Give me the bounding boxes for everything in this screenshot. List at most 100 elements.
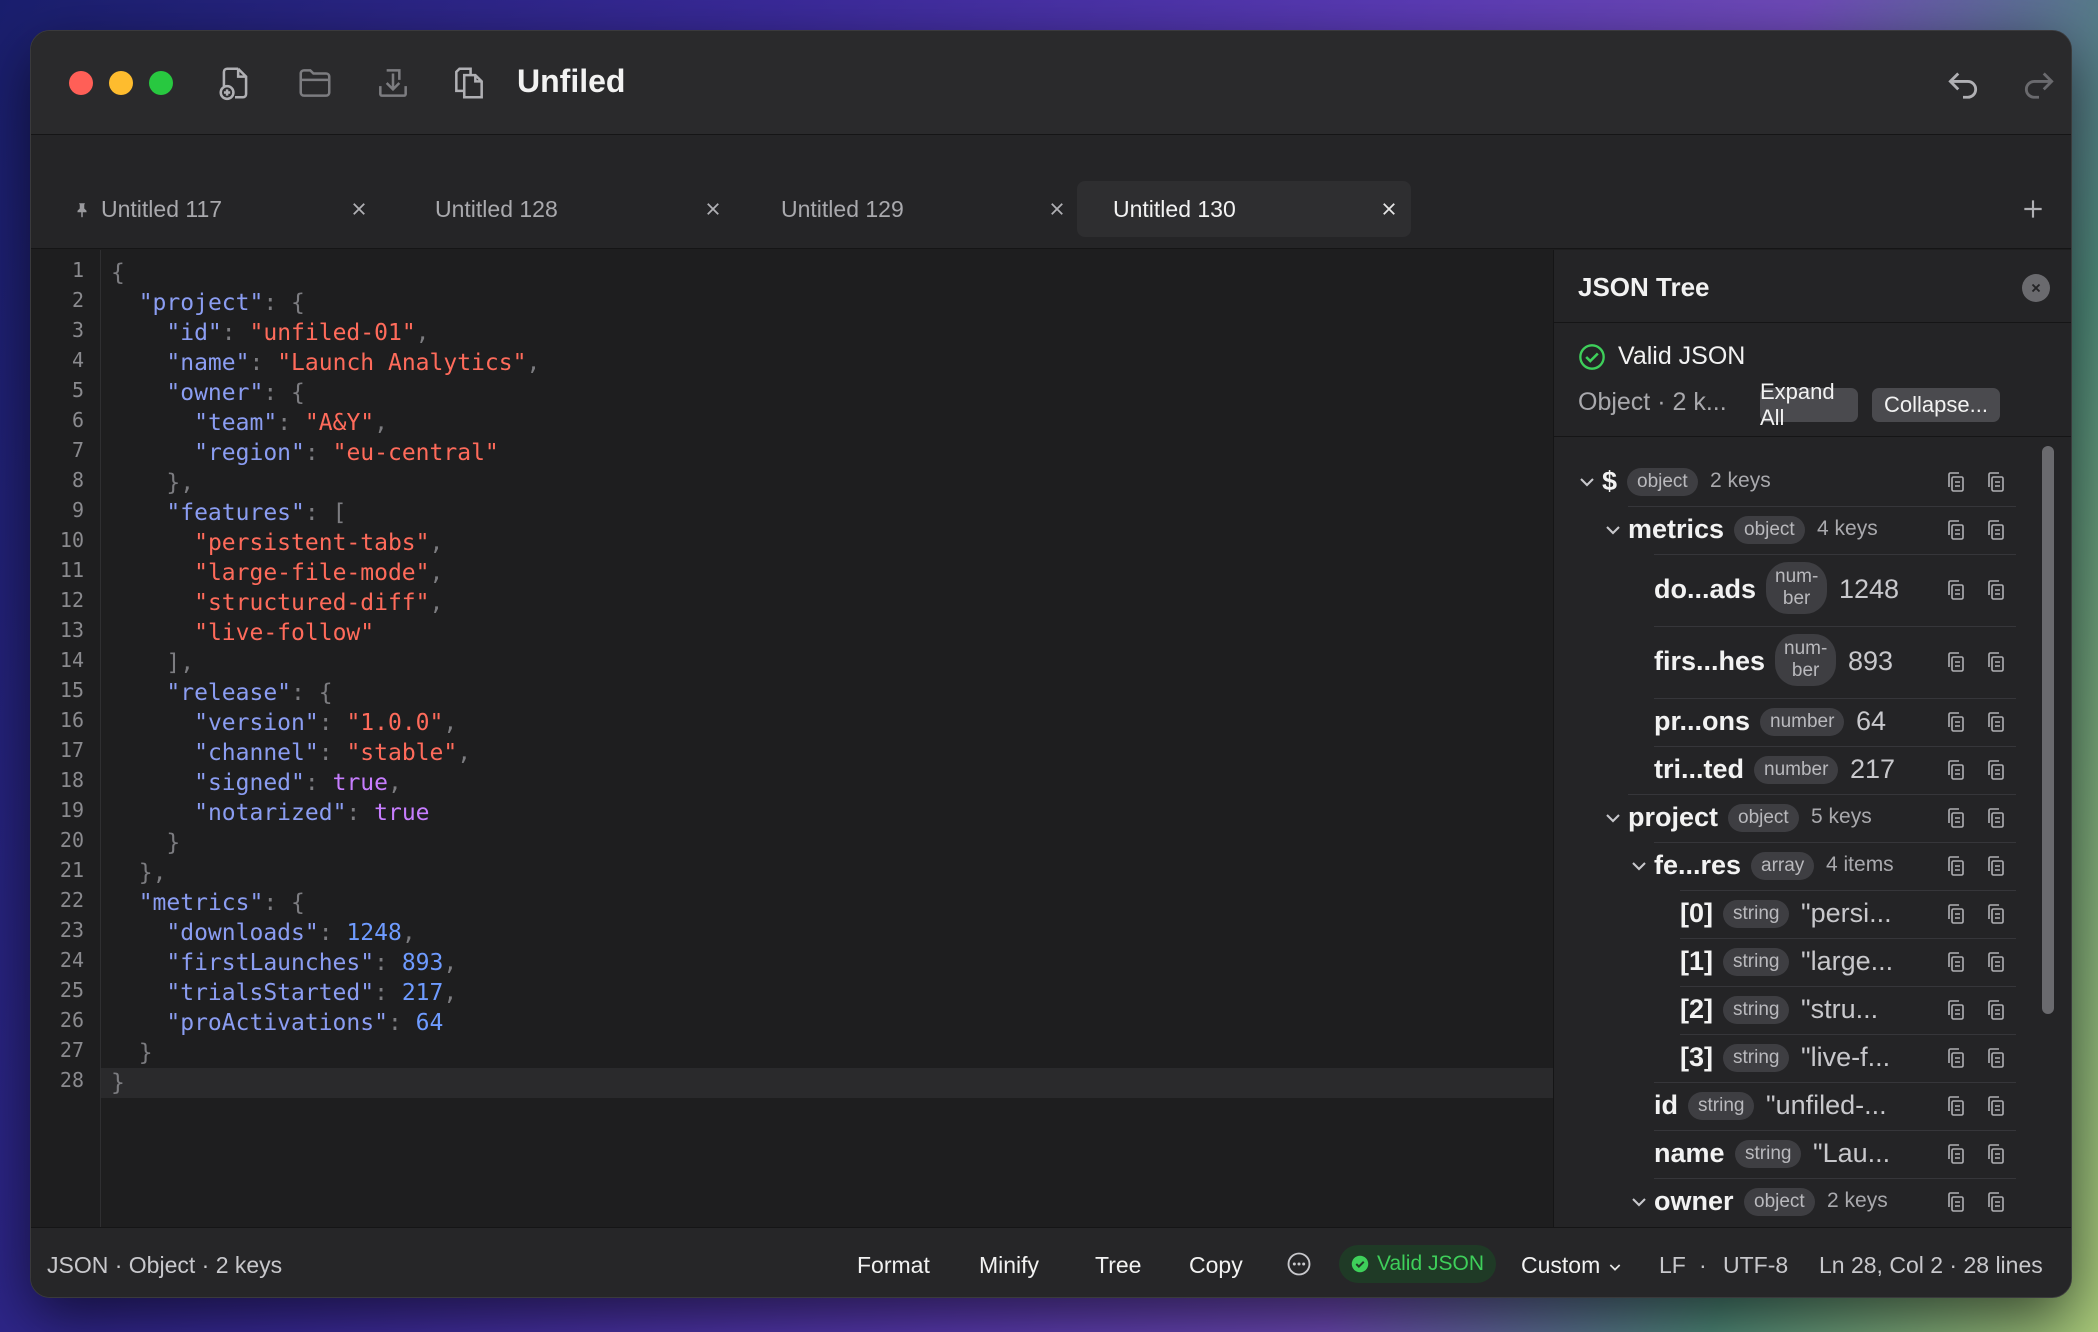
line-number: 15	[59, 678, 84, 702]
tree-row[interactable]: owner object 2 keys	[1554, 1178, 2054, 1226]
copy-value-icon[interactable]	[1984, 1092, 2008, 1120]
tree-row[interactable]: pr...ons number 64	[1554, 698, 2054, 746]
chevron-down-icon[interactable]	[1630, 857, 1648, 875]
copy-path-icon[interactable]	[1944, 708, 1968, 736]
expand-all-button[interactable]: Expand All	[1760, 379, 1858, 430]
indent-value: Custom	[1521, 1252, 1601, 1278]
line-ending[interactable]: LF	[1659, 1252, 1686, 1279]
tree-row[interactable]: [0] string "persi...	[1554, 890, 2054, 938]
redo-icon[interactable]	[2017, 61, 2061, 105]
duplicate-icon[interactable]	[447, 61, 491, 105]
copy-path-icon[interactable]	[1944, 900, 1968, 928]
panel-close-icon[interactable]	[2022, 274, 2050, 302]
chevron-down-icon[interactable]	[1578, 473, 1596, 491]
tree-key: [3]	[1680, 1042, 1713, 1072]
copy-value-icon[interactable]	[1984, 1188, 2008, 1216]
tree-row[interactable]: tri...ted number 217	[1554, 746, 2054, 794]
chevron-down-icon[interactable]	[1604, 521, 1622, 539]
tree-key: pr...ons	[1654, 706, 1751, 736]
copy-value-icon[interactable]	[1984, 648, 2008, 676]
tree-row[interactable]: metrics object 4 keys	[1554, 506, 2054, 554]
copy-path-icon[interactable]	[1944, 996, 1968, 1024]
tree-scrollbar[interactable]	[2042, 446, 2054, 1014]
tab-close-icon[interactable]	[699, 195, 727, 223]
copy-value-icon[interactable]	[1984, 996, 2008, 1024]
code-editor[interactable]: 1 2 3 4 5 6 7 8 9 10 11 12 13 14 15 16 17 18 19 20 21 22 23 24 2…	[31, 250, 1553, 1256]
save-icon[interactable]	[371, 61, 415, 105]
copy-path-icon[interactable]	[1944, 1188, 1968, 1216]
copy-path-icon[interactable]	[1944, 948, 1968, 976]
copy-path-icon[interactable]	[1944, 756, 1968, 784]
validity-status: Valid JSON	[1578, 342, 1745, 371]
copy-path-icon[interactable]	[1944, 648, 1968, 676]
tab-close-icon[interactable]	[1043, 195, 1071, 223]
tab-untitled-129[interactable]: Untitled 129	[743, 181, 1087, 237]
copy-value-icon[interactable]	[1984, 1140, 2008, 1168]
tree-row[interactable]: do...ads num-ber 1248	[1554, 554, 2054, 626]
copy-value-icon[interactable]	[1984, 708, 2008, 736]
valid-json-badge: Valid JSON	[1339, 1245, 1496, 1283]
copy-path-icon[interactable]	[1944, 1092, 1968, 1120]
tab-untitled-130[interactable]: Untitled 130	[1077, 181, 1411, 237]
minify-button[interactable]: Minify	[979, 1252, 1039, 1279]
tree-button[interactable]: Tree	[1095, 1252, 1141, 1279]
tree-row[interactable]: [3] string "live-f...	[1554, 1034, 2054, 1082]
format-button[interactable]: Format	[857, 1252, 930, 1279]
divider	[1554, 322, 2071, 323]
tree-row[interactable]: $ object 2 keys	[1554, 458, 2054, 506]
line-number: 18	[59, 768, 84, 792]
tab-close-icon[interactable]	[1375, 195, 1403, 223]
add-tab-icon[interactable]	[2015, 191, 2051, 227]
open-folder-icon[interactable]	[293, 61, 337, 105]
tab-close-icon[interactable]	[345, 195, 373, 223]
zoom-window-button[interactable]	[149, 71, 173, 95]
copy-path-icon[interactable]	[1944, 1140, 1968, 1168]
tree-value: 4 items	[1826, 853, 1894, 876]
collapse-all-button[interactable]: Collapse...	[1872, 388, 2000, 422]
valid-label: Valid JSON	[1618, 342, 1746, 370]
code-line: }	[138, 1040, 153, 1066]
separator-dot: ·	[1699, 1252, 1707, 1278]
tree-row[interactable]: fe...res array 4 items	[1554, 842, 2054, 890]
copy-path-icon[interactable]	[1944, 576, 1968, 604]
chevron-down-icon[interactable]	[1604, 809, 1622, 827]
indent-select[interactable]: Custom	[1521, 1252, 1623, 1279]
copy-value-icon[interactable]	[1984, 948, 2008, 976]
code-line: "notarized": true	[194, 800, 430, 826]
line-number: 28	[59, 1068, 84, 1092]
tree-row[interactable]: name string "Lau...	[1554, 1130, 2054, 1178]
tab-bar: Untitled 117 Untitled 128 Untitled 129 U…	[31, 135, 2071, 249]
copy-value-icon[interactable]	[1984, 576, 2008, 604]
tree-row[interactable]: firs...hes num-ber 893	[1554, 626, 2054, 698]
more-options-icon[interactable]	[1285, 1250, 1313, 1278]
copy-path-icon[interactable]	[1944, 516, 1968, 544]
valid-badge-label: Valid JSON	[1377, 1252, 1484, 1275]
minimize-window-button[interactable]	[109, 71, 133, 95]
copy-value-icon[interactable]	[1984, 468, 2008, 496]
copy-value-icon[interactable]	[1984, 756, 2008, 784]
new-file-icon[interactable]	[213, 61, 257, 105]
encoding[interactable]: UTF-8	[1723, 1252, 1788, 1279]
copy-value-icon[interactable]	[1984, 852, 2008, 880]
tab-untitled-128[interactable]: Untitled 128	[399, 181, 743, 237]
tree-row[interactable]: id string "unfiled-...	[1554, 1082, 2054, 1130]
copy-value-icon[interactable]	[1984, 516, 2008, 544]
copy-path-icon[interactable]	[1944, 804, 1968, 832]
tree-row[interactable]: [1] string "large...	[1554, 938, 2054, 986]
copy-value-icon[interactable]	[1984, 1044, 2008, 1072]
tree-row[interactable]: [2] string "stru...	[1554, 986, 2054, 1034]
copy-path-icon[interactable]	[1944, 852, 1968, 880]
undo-icon[interactable]	[1941, 61, 1985, 105]
copy-path-icon[interactable]	[1944, 1044, 1968, 1072]
copy-value-icon[interactable]	[1984, 900, 2008, 928]
copy-button[interactable]: Copy	[1189, 1252, 1243, 1279]
close-window-button[interactable]	[69, 71, 93, 95]
tab-untitled-117[interactable]: Untitled 117	[43, 181, 387, 237]
tree-summary: Object · 2 k...	[1578, 388, 1727, 416]
copy-path-icon[interactable]	[1944, 468, 1968, 496]
chevron-down-icon	[1609, 1264, 1620, 1271]
chevron-down-icon[interactable]	[1630, 1193, 1648, 1211]
tree-row[interactable]: project object 5 keys	[1554, 794, 2054, 842]
row-divider	[1628, 794, 2016, 795]
copy-value-icon[interactable]	[1984, 804, 2008, 832]
